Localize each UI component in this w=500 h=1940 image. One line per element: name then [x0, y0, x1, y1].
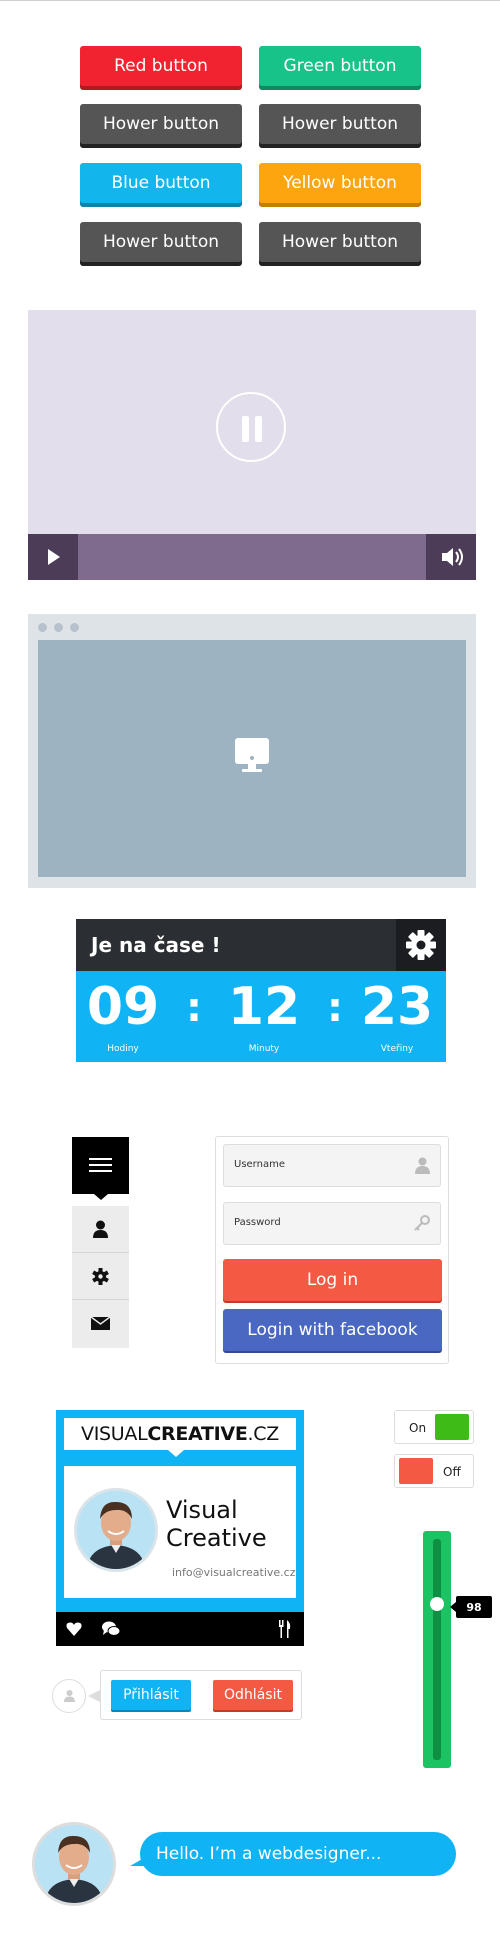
brand-pointer	[168, 1450, 184, 1457]
profile-name-line-2: Creative	[166, 1524, 267, 1552]
profile-name: Visual Creative	[166, 1496, 296, 1552]
video-progress-track[interactable]	[78, 534, 426, 580]
timer-separator-1: :	[186, 985, 202, 1031]
hover-button-4[interactable]: Hower button	[259, 222, 421, 262]
user-icon	[415, 1157, 430, 1174]
login-button[interactable]: Log in	[223, 1259, 442, 1301]
brand-tail: .CZ	[247, 1423, 280, 1445]
user-avatar-small	[52, 1679, 86, 1713]
blue-button[interactable]: Blue button	[80, 163, 242, 203]
video-control-bar	[28, 534, 476, 580]
signout-button[interactable]: Odhlásit	[213, 1680, 293, 1710]
user-icon	[64, 1690, 75, 1702]
slider-track[interactable]	[433, 1539, 441, 1760]
menu-item-settings[interactable]	[72, 1253, 129, 1300]
vertical-slider[interactable]	[423, 1531, 451, 1768]
slider-handle[interactable]	[430, 1597, 444, 1611]
timer-body: 09 : 12 : 23 Hodiny Minuty Vteřiny	[76, 971, 446, 1062]
brand-bold: CREATIVE	[147, 1423, 248, 1445]
pause-icon[interactable]	[216, 392, 286, 462]
profile-card: VISUAL CREATIVE .CZ Visual Creative info@v…	[56, 1410, 304, 1646]
browser-screen	[38, 640, 466, 877]
toggle-off[interactable]: Off	[394, 1454, 474, 1488]
gear-icon	[92, 1268, 109, 1285]
play-icon	[48, 549, 60, 565]
hamburger-button[interactable]	[72, 1137, 129, 1194]
timer-separator-2: :	[327, 985, 343, 1031]
username-field[interactable]: Username	[223, 1144, 441, 1187]
slider-value: 98	[456, 1596, 492, 1618]
profile-content: Visual Creative info@visualcreative.cz	[64, 1466, 296, 1598]
menu-item-mail[interactable]	[72, 1300, 129, 1347]
user-icon	[93, 1220, 108, 1238]
side-menu	[72, 1206, 129, 1348]
toggle-off-label: Off	[443, 1465, 461, 1479]
key-icon	[414, 1215, 430, 1231]
heart-icon[interactable]	[66, 1622, 82, 1636]
toggle-on-label: On	[409, 1421, 427, 1435]
hover-button-2[interactable]: Hower button	[259, 104, 421, 144]
username-placeholder: Username	[234, 1159, 285, 1170]
top-divider	[0, 0, 500, 1]
volume-icon	[442, 548, 463, 566]
monitor-icon	[235, 738, 269, 772]
menu-pointer	[94, 1194, 108, 1200]
countdown-timer: Je na čase ! 09 : 12 : 23 Hodiny Minuty …	[76, 919, 446, 1062]
chat-bubble: Hello. I’m a webdesigner...	[140, 1832, 456, 1876]
profile-email: info@visualcreative.cz	[172, 1566, 296, 1579]
password-placeholder: Password	[234, 1217, 281, 1228]
play-button[interactable]	[28, 534, 78, 580]
profile-name-line-1: Visual	[166, 1496, 238, 1524]
auth-pointer	[88, 1690, 100, 1702]
timer-title: Je na čase !	[76, 919, 396, 971]
person-photo	[77, 1491, 155, 1569]
signin-button[interactable]: Přihlásit	[111, 1680, 191, 1710]
password-field[interactable]: Password	[223, 1202, 441, 1245]
chat-avatar	[32, 1822, 116, 1906]
green-button[interactable]: Green button	[259, 46, 421, 86]
window-dot-1	[38, 623, 47, 632]
auth-box: Přihlásit Odhlásit	[100, 1670, 302, 1720]
timer-hours-label: Hodiny	[107, 1044, 139, 1054]
timer-hours: 09	[86, 977, 160, 1037]
facebook-login-button[interactable]: Login with facebook	[223, 1309, 442, 1351]
red-button[interactable]: Red button	[80, 46, 242, 86]
gear-icon	[406, 930, 436, 960]
restaurant-icon[interactable]	[278, 1620, 292, 1638]
yellow-button[interactable]: Yellow button	[259, 163, 421, 203]
timer-minutes-label: Minuty	[248, 1044, 280, 1054]
timer-seconds: 23	[360, 977, 434, 1037]
profile-footer	[56, 1612, 304, 1646]
hover-button-3[interactable]: Hower button	[80, 222, 242, 262]
person-photo	[35, 1825, 113, 1903]
timer-minutes: 12	[227, 977, 301, 1037]
browser-window	[28, 614, 476, 888]
toggle-on[interactable]: On	[394, 1410, 474, 1444]
login-form: Username Password Log in Login with face…	[215, 1136, 449, 1364]
menu-item-user[interactable]	[72, 1206, 129, 1253]
hover-button-1[interactable]: Hower button	[80, 104, 242, 144]
volume-button[interactable]	[426, 534, 476, 580]
window-dot-3	[70, 623, 79, 632]
video-player[interactable]	[28, 310, 476, 580]
window-dot-2	[54, 623, 63, 632]
brand-logo: VISUAL CREATIVE .CZ	[64, 1418, 296, 1450]
toggle-on-switch	[435, 1414, 469, 1440]
settings-button[interactable]	[396, 919, 446, 971]
mail-icon	[91, 1317, 110, 1330]
toggle-off-switch	[399, 1458, 433, 1484]
timer-seconds-label: Vteřiny	[380, 1044, 414, 1054]
avatar	[74, 1488, 158, 1572]
chat-icon[interactable]	[102, 1621, 120, 1637]
brand-light: VISUAL	[81, 1423, 148, 1445]
